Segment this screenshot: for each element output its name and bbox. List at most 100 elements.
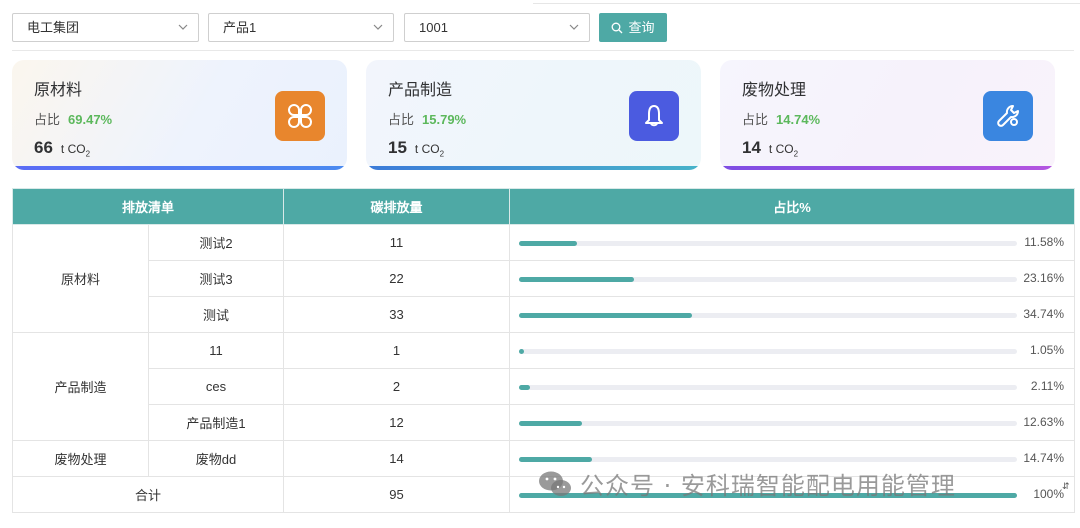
ratio-bar-cell: 34.74% (509, 296, 1076, 333)
card-title: 废物处理 (742, 82, 807, 99)
watermark: 公众号 · 安科瑞智能配电用能管理 (538, 466, 956, 501)
group-name-cell: 原材料 (12, 224, 149, 333)
product-select-value: 产品1 (223, 20, 257, 35)
side-settings-icon[interactable]: ⇵ (1062, 481, 1072, 491)
code-select-value: 1001 (419, 20, 448, 35)
card-unit: t CO2 (60, 142, 91, 159)
table-header-row: 排放清单 碳排放量 占比% (11, 188, 1076, 225)
ratio-bar-cell: 1.05% (509, 332, 1076, 369)
item-name-cell: 11 (147, 332, 285, 369)
clover-icon (275, 91, 325, 141)
amount-cell: 1 (283, 332, 511, 369)
table-row: 产品制造1 12 12.63% (13, 404, 1076, 441)
watermark-text: 公众号 · 安科瑞智能配电用能管理 (580, 472, 956, 500)
amount-cell: 12 (283, 404, 511, 441)
progress-track (519, 277, 1018, 282)
ratio-percent: 12.63% (1023, 415, 1065, 429)
card-title: 产品制造 (388, 82, 453, 99)
item-name-cell: 测试2 (147, 224, 285, 261)
progress-fill (519, 421, 582, 426)
query-button[interactable]: 查询 (599, 13, 667, 42)
search-icon (612, 22, 623, 33)
card-value: 66 (34, 138, 53, 157)
chevron-down-icon (373, 24, 383, 30)
amount-cell: 33 (283, 296, 511, 333)
ratio-percent: 23.16% (1023, 271, 1065, 285)
progress-track (519, 421, 1018, 426)
item-name-cell: 测试3 (147, 260, 285, 297)
company-select[interactable]: 电工集团 (12, 13, 199, 42)
table-row: 测试 33 34.74% (13, 296, 1076, 333)
card-ratio-row: 占比 69.47% (34, 109, 112, 128)
amount-cell: 14 (283, 440, 511, 477)
bell-icon (629, 91, 679, 141)
progress-fill (519, 457, 593, 462)
product-select[interactable]: 产品1 (208, 13, 394, 42)
top-divider (533, 3, 1080, 4)
wechat-icon (539, 471, 571, 496)
wrench-icon (983, 91, 1033, 141)
card-ratio-row: 占比 14.74% (742, 109, 820, 128)
code-select[interactable]: 1001 (404, 13, 590, 42)
table-row: 测试3 22 23.16% (13, 260, 1076, 297)
query-button-label: 查询 (628, 20, 655, 35)
amount-cell: 11 (283, 224, 511, 261)
card-ratio-label: 占比 (388, 112, 415, 127)
progress-fill (519, 313, 693, 318)
ratio-percent: 34.74% (1023, 307, 1065, 321)
card-accent-bar (12, 166, 347, 170)
progress-track (519, 241, 1018, 246)
table-row: 原材料 测试2 11 11.58% (12, 224, 1076, 333)
table-row: 产品制造 11 1 1.05% (12, 332, 1076, 441)
ratio-bar-cell: 2.11% (509, 368, 1076, 405)
progress-track (519, 349, 1018, 354)
ratio-percent: 11.58% (1024, 235, 1065, 249)
ratio-percent: 100% (1033, 487, 1065, 501)
card-value-row: 66 t CO2 (34, 138, 90, 158)
filter-divider (12, 50, 1074, 51)
item-name-cell: 产品制造1 (147, 404, 285, 441)
header-emission-list: 排放清单 (11, 188, 285, 225)
card-ratio-label: 占比 (34, 112, 61, 127)
item-name-cell: 测试 (147, 296, 285, 333)
progress-fill (519, 277, 635, 282)
progress-fill (519, 349, 525, 354)
card-ratio-row: 占比 15.79% (388, 109, 466, 128)
card-ratio-value: 14.74% (776, 112, 821, 127)
ratio-bar-cell: 11.58% (509, 224, 1076, 261)
amount-cell: 2 (283, 368, 511, 405)
progress-fill (519, 385, 530, 390)
company-select-value: 电工集团 (27, 20, 80, 35)
ratio-percent: 1.05% (1029, 343, 1065, 357)
group-name-cell: 废物处理 (12, 440, 149, 477)
total-amount-cell: 95 (283, 476, 511, 513)
card-value: 15 (388, 138, 407, 157)
card-ratio-value: 69.47% (68, 112, 113, 127)
card-unit: t CO2 (414, 142, 445, 159)
card-ratio-value: 15.79% (422, 112, 467, 127)
card-value: 14 (742, 138, 761, 157)
item-name-cell: 废物dd (147, 440, 285, 477)
progress-track (519, 313, 1018, 318)
ratio-percent: 2.11% (1030, 379, 1065, 393)
card-value-row: 15 t CO2 (388, 138, 444, 158)
amount-cell: 22 (283, 260, 511, 297)
table-row: ces 2 2.11% (13, 368, 1076, 405)
ratio-bar-cell: 23.16% (509, 260, 1076, 297)
progress-fill (519, 241, 577, 246)
card-waste-treatment: 废物处理 占比 14.74% 14 t CO2 (720, 60, 1055, 170)
emission-table: 排放清单 碳排放量 占比% 原材料 测试2 11 11.58% 测试3 22 23.16% 测… (11, 188, 1076, 513)
header-ratio: 占比% (509, 188, 1076, 225)
card-accent-bar (720, 166, 1055, 170)
header-carbon-amount: 碳排放量 (283, 188, 511, 225)
progress-track (519, 385, 1018, 390)
card-raw-material: 原材料 占比 69.47% 66 t CO2 (12, 60, 347, 170)
chevron-down-icon (569, 24, 579, 30)
chevron-down-icon (178, 24, 188, 30)
total-label-cell: 合计 (11, 476, 285, 513)
group-name-cell: 产品制造 (12, 332, 149, 441)
ratio-bar-cell: 12.63% (509, 404, 1076, 441)
progress-track (519, 457, 1018, 462)
ratio-percent: 14.74% (1023, 451, 1065, 465)
card-unit: t CO2 (768, 142, 799, 159)
